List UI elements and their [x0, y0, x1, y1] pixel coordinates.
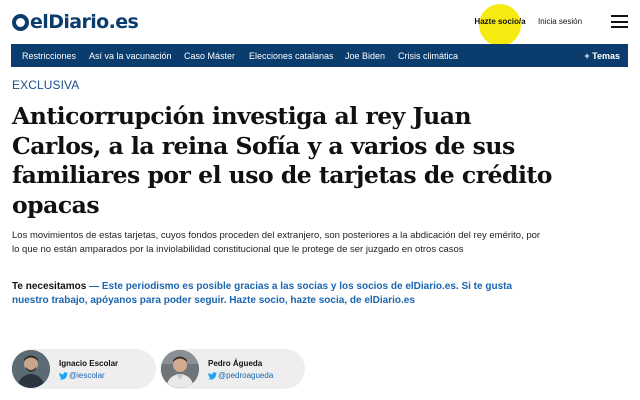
author-twitter-link[interactable]: @iescolar	[59, 371, 105, 380]
article-summary: Los movimientos de estas tarjetas, cuyos…	[12, 230, 541, 255]
avatar	[12, 350, 50, 388]
author-handle: @pedroagueda	[218, 371, 274, 380]
author-twitter-link[interactable]: @pedroagueda	[208, 371, 273, 380]
support-message[interactable]: Te necesitamos — Este periodismo es posi…	[12, 280, 522, 307]
nav-more-topics[interactable]: + Temas	[584, 51, 620, 61]
nav-item-crisis-climatica[interactable]: Crisis climática	[398, 51, 458, 61]
logo-circle-icon	[12, 13, 29, 31]
author-name: Ignacio Escolar	[59, 359, 119, 368]
site-logo[interactable]: elDiario.es	[12, 10, 139, 34]
site-header: elDiario.es Hazte socio/a Inicia sesión	[0, 0, 640, 46]
nav-item-joe-biden[interactable]: Joe Biden	[345, 51, 385, 61]
nav-item-elecciones-catalanas[interactable]: Elecciones catalanas	[249, 51, 334, 61]
support-link[interactable]: — Este periodismo es posible gracias a l…	[12, 281, 512, 306]
author-name: Pedro Águeda	[208, 359, 263, 368]
nav-item-restricciones[interactable]: Restricciones	[22, 51, 76, 61]
subscribe-label: Hazte socio/a	[474, 17, 526, 26]
nav-item-vacunacion[interactable]: Así va la vacunación	[89, 51, 172, 61]
hamburger-menu-icon[interactable]	[611, 15, 628, 28]
support-lead: Te necesitamos	[12, 281, 87, 292]
subscribe-button[interactable]: Hazte socio/a	[472, 4, 528, 46]
author-card[interactable]: Pedro Águeda @pedroagueda	[160, 349, 305, 389]
article-title: Anticorrupción investiga al rey Juan Car…	[12, 102, 552, 219]
nav-item-caso-master[interactable]: Caso Máster	[184, 51, 235, 61]
author-handle: @iescolar	[69, 371, 105, 380]
author-card[interactable]: Ignacio Escolar @iescolar	[11, 349, 156, 389]
login-link[interactable]: Inicia sesión	[538, 17, 582, 26]
twitter-bird-icon	[208, 371, 217, 380]
logo-text: elDiario.es	[30, 11, 139, 33]
article-kicker: EXCLUSIVA	[12, 78, 80, 92]
twitter-bird-icon	[59, 371, 68, 380]
avatar	[161, 350, 199, 388]
topics-nav: Restricciones Así va la vacunación Caso …	[11, 44, 628, 67]
